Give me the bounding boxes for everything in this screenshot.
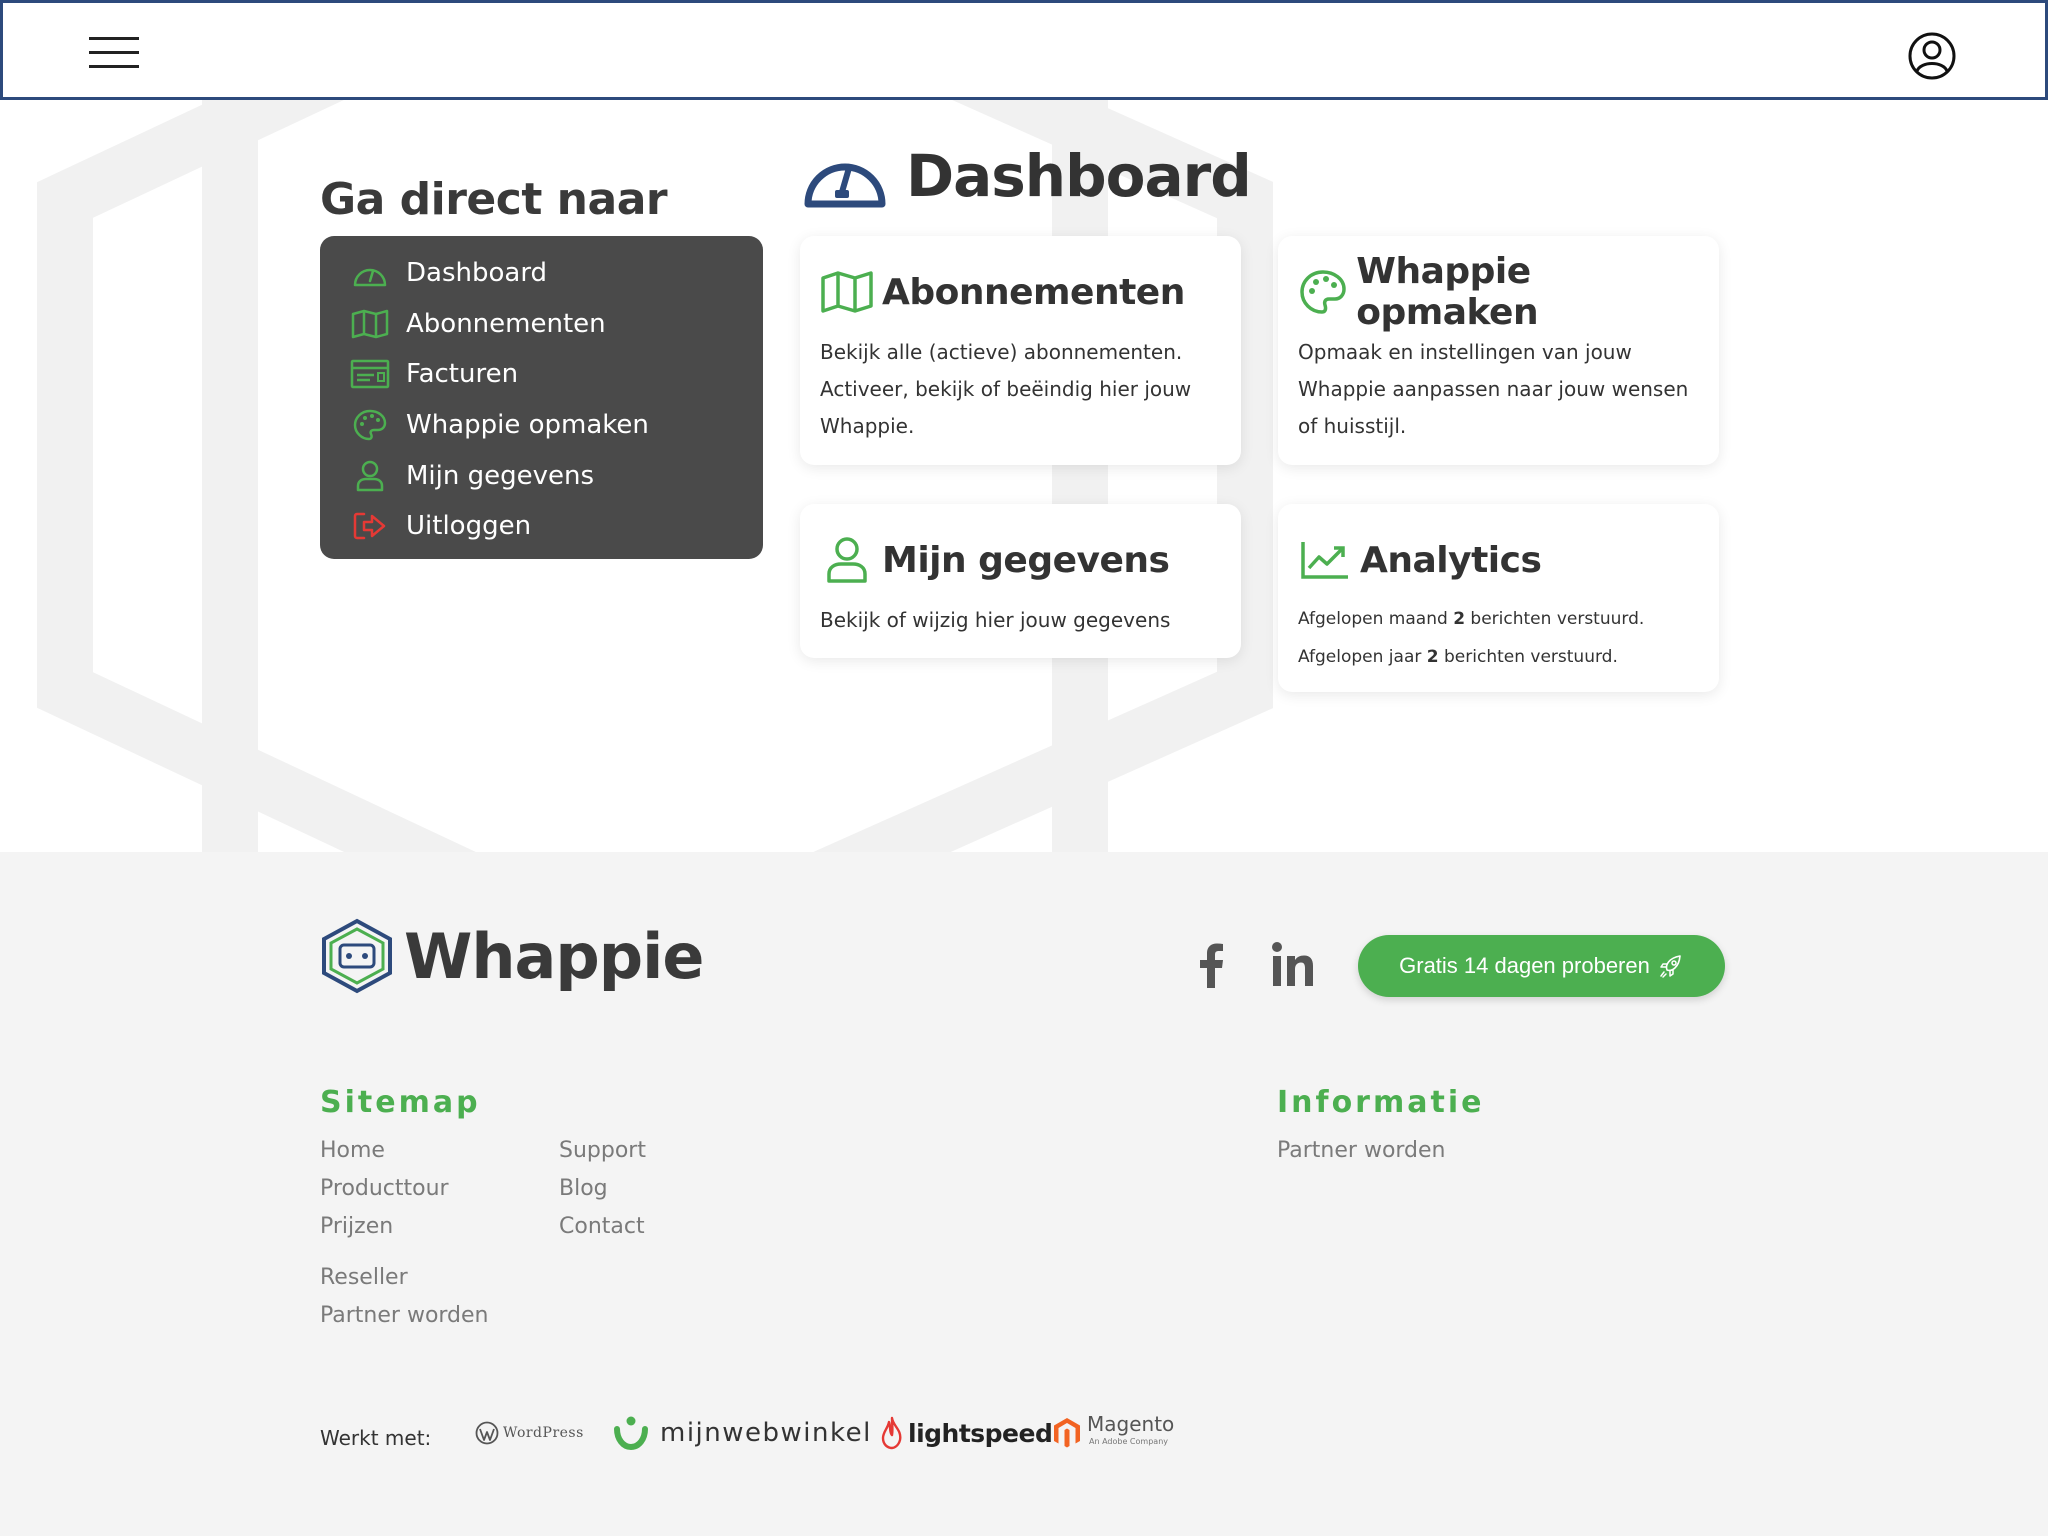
sitemap-heading: Sitemap — [320, 1085, 481, 1120]
footer-link-home[interactable]: Home — [320, 1138, 385, 1163]
stat-prefix: Afgelopen jaar — [1298, 647, 1427, 667]
analytics-card[interactable]: Analytics Afgelopen maand 2 berichten ve… — [1278, 504, 1719, 692]
stat-prefix: Afgelopen maand — [1298, 609, 1454, 629]
menu-item-abonnementen[interactable]: Abonnementen — [350, 299, 763, 350]
card-description: Bekijk of wijzig hier jouw gegevens — [820, 608, 1171, 632]
lightspeed-logo: lightspeed — [880, 1408, 1053, 1458]
palette-icon — [1298, 267, 1348, 317]
free-trial-label: Gratis 14 dagen proberen — [1399, 953, 1650, 978]
mijnwebwinkel-text: mijnwebwinkel — [660, 1418, 872, 1448]
map-icon — [350, 308, 390, 340]
top-header — [0, 0, 2048, 100]
menu-item-uitloggen[interactable]: Uitloggen — [350, 501, 763, 552]
menu-item-label: Facturen — [406, 359, 519, 390]
styling-card[interactable]: Whappie opmaken Opmaak en instellingen v… — [1278, 236, 1719, 465]
logout-icon — [350, 510, 390, 542]
palette-icon — [350, 409, 390, 441]
gauge-icon — [804, 163, 886, 208]
quick-nav-menu: Dashboard Abonnementen Facturen Whappie … — [320, 236, 763, 559]
lightspeed-flame-icon — [881, 1416, 902, 1450]
card-title: Whappie opmaken — [1356, 251, 1539, 333]
magento-icon — [1054, 1418, 1080, 1448]
background-hexagon-shape — [37, 100, 1273, 852]
free-trial-button[interactable]: Gratis 14 dagen proberen — [1358, 935, 1725, 997]
details-card[interactable]: Mijn gegevens Bekijk of wijzig hier jouw… — [800, 504, 1241, 658]
card-title: Mijn gegevens — [882, 539, 1170, 581]
gauge-icon — [350, 257, 390, 289]
whappie-logo-icon — [322, 918, 392, 994]
analytics-year-line: Afgelopen jaar 2 berichten verstuurd. — [1298, 638, 1699, 676]
footer-link-prijzen[interactable]: Prijzen — [320, 1214, 393, 1239]
linkedin-icon[interactable] — [1270, 940, 1316, 990]
main-content: Ga direct naar Dashboard Abonnementen Fa… — [0, 100, 2048, 852]
subscriptions-card[interactable]: Abonnementen Bekijk alle (actieve) abonn… — [800, 236, 1241, 465]
footer-link-producttour[interactable]: Producttour — [320, 1176, 449, 1201]
stat-suffix: berichten verstuurd. — [1465, 609, 1645, 629]
whappie-logo[interactable]: Whappie — [320, 918, 704, 994]
mijnwebwinkel-logo: mijnwebwinkel — [612, 1408, 872, 1458]
stat-count: 2 — [1453, 609, 1466, 629]
menu-item-label: Mijn gegevens — [406, 460, 595, 491]
lightspeed-text: lightspeed — [908, 1418, 1053, 1448]
wordpress-icon — [475, 1421, 499, 1445]
menu-item-label: Abonnementen — [406, 308, 606, 339]
card-title: Abonnementen — [882, 271, 1185, 313]
page-footer: Whappie Gratis 14 dagen proberen Sitemap… — [0, 852, 2048, 1536]
footer-link-blog[interactable]: Blog — [559, 1176, 608, 1201]
quick-nav-title: Ga direct naar — [320, 174, 668, 225]
menu-item-whappie-opmaken[interactable]: Whappie opmaken — [350, 400, 763, 451]
footer-link-contact[interactable]: Contact — [559, 1214, 645, 1239]
magento-text-block: Magento An Adobe Company — [1087, 1414, 1174, 1451]
magento-subtext: An Adobe Company — [1089, 1437, 1168, 1446]
footer-link-partner-worden[interactable]: Partner worden — [320, 1303, 489, 1328]
menu-item-label: Dashboard — [406, 258, 548, 289]
menu-item-dashboard[interactable]: Dashboard — [350, 248, 763, 299]
wordpress-text: WordPress — [503, 1425, 584, 1441]
facebook-icon[interactable] — [1190, 940, 1232, 990]
analytics-stats: Afgelopen maand 2 berichten verstuurd. A… — [1298, 600, 1699, 676]
dashboard-heading: Dashboard — [802, 142, 1252, 210]
stat-count: 2 — [1426, 647, 1439, 667]
menu-item-label: Whappie opmaken — [406, 410, 649, 441]
invoice-icon — [350, 358, 390, 390]
hamburger-menu-icon[interactable] — [89, 37, 139, 69]
footer-link-support[interactable]: Support — [559, 1138, 646, 1163]
card-description: Opmaak en instellingen van jouw Whappie … — [1298, 340, 1689, 438]
user-icon — [350, 460, 390, 492]
chart-line-icon — [1298, 535, 1352, 585]
page-title: Dashboard — [906, 142, 1252, 210]
menu-item-label: Uitloggen — [406, 511, 532, 542]
mijnwebwinkel-icon — [614, 1416, 648, 1451]
magento-logo: Magento An Adobe Company — [1053, 1408, 1174, 1458]
map-icon — [820, 267, 874, 317]
menu-item-facturen[interactable]: Facturen — [350, 349, 763, 400]
user-icon — [820, 535, 874, 585]
card-title: Analytics — [1360, 539, 1542, 581]
stat-suffix: berichten verstuurd. — [1438, 647, 1618, 667]
analytics-month-line: Afgelopen maand 2 berichten verstuurd. — [1298, 600, 1699, 638]
logo-text: Whappie — [404, 919, 704, 993]
wordpress-logo: WordPress — [475, 1408, 584, 1458]
footer-link-reseller[interactable]: Reseller — [320, 1265, 408, 1290]
card-description: Bekijk alle (actieve) abonnementen. Acti… — [820, 340, 1192, 438]
account-icon[interactable] — [1907, 31, 1957, 81]
rocket-icon — [1660, 955, 1681, 978]
footer-link-info-partner-worden[interactable]: Partner worden — [1277, 1138, 1446, 1163]
menu-item-mijn-gegevens[interactable]: Mijn gegevens — [350, 450, 763, 501]
works-with-label: Werkt met: — [320, 1426, 432, 1450]
information-heading: Informatie — [1277, 1085, 1485, 1120]
